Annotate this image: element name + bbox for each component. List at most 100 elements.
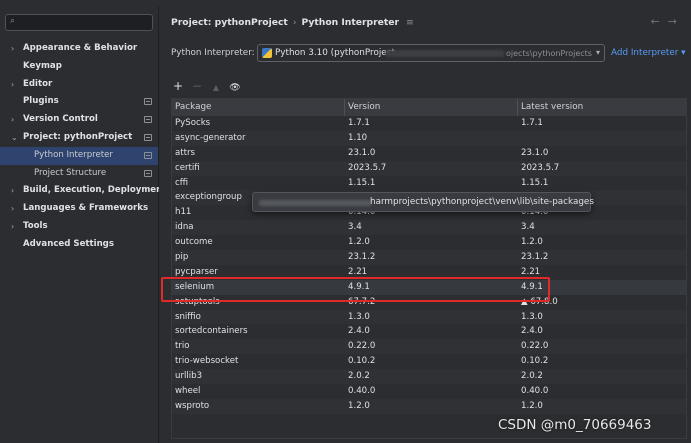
chevron-right-icon[interactable]: ›: [11, 111, 14, 129]
package-name: outcome: [175, 237, 213, 248]
project-scope-icon: [144, 98, 152, 106]
package-name: certifi: [175, 162, 200, 173]
package-name: wsproto: [175, 400, 210, 411]
packages-table: Package Version Latest version PySocks 1.…: [171, 98, 687, 439]
sidebar-item-label: Keymap: [23, 60, 62, 71]
upgrade-package-icon[interactable]: ▲: [209, 81, 223, 95]
redacted-path: [259, 200, 371, 206]
chevron-right-icon[interactable]: ›: [11, 218, 14, 236]
project-scope-icon: [144, 151, 152, 159]
package-latest-version: 1.2.0: [521, 237, 543, 248]
package-toolbar: + − ▲ 👁: [171, 79, 247, 93]
package-latest-version: 2023.5.7: [521, 162, 560, 173]
sidebar-item-label: Version Control: [23, 114, 98, 125]
table-row[interactable]: wsproto 1.2.0 1.2.0: [172, 398, 686, 414]
table-row[interactable]: pip 23.1.2 23.1.2: [172, 250, 686, 265]
sidebar-item[interactable]: › Editor: [0, 76, 158, 94]
project-scope-icon: [144, 169, 152, 177]
interpreter-path: ojects\pythonProjects: [506, 49, 592, 58]
chevron-right-icon[interactable]: ›: [11, 182, 14, 200]
sidebar-item-label: Appearance & Behavior: [23, 43, 138, 53]
chevron-right-icon[interactable]: ›: [11, 200, 14, 218]
table-row[interactable]: idna 3.4 3.4: [172, 220, 686, 236]
table-row[interactable]: urllib3 2.0.2 2.0.2: [172, 369, 686, 385]
sidebar-item[interactable]: Plugins: [0, 93, 158, 111]
add-package-icon[interactable]: +: [171, 79, 185, 93]
table-row[interactable]: async-generator 1.10: [172, 130, 686, 146]
table-row[interactable]: trio-websocket 0.10.2 0.10.2: [172, 354, 686, 369]
package-version: 0.40.0: [348, 386, 376, 397]
table-row[interactable]: outcome 1.2.0 1.2.0: [172, 235, 686, 250]
path-tooltip: harmprojects\pythonproject\venv\lib\site…: [252, 192, 594, 212]
package-name: sniffio: [175, 311, 201, 322]
eye-icon[interactable]: 👁: [228, 81, 242, 95]
table-row[interactable]: sortedcontainers 2.4.0 2.4.0: [172, 324, 686, 339]
package-name: wheel: [175, 386, 201, 397]
package-version: 1.3.0: [348, 311, 370, 322]
column-latest-version[interactable]: Latest version: [521, 102, 583, 112]
package-latest-version: 0.22.0: [521, 341, 549, 352]
sidebar-item[interactable]: › Appearance & Behavior: [0, 40, 158, 58]
table-row[interactable]: cffi 1.15.1 1.15.1: [172, 176, 686, 191]
table-row[interactable]: certifi 2023.5.7 2023.5.7: [172, 160, 686, 176]
package-version: 23.1.0: [348, 147, 376, 158]
sidebar-item[interactable]: › Languages & Frameworks: [0, 200, 158, 218]
package-name: async-generator: [175, 132, 246, 143]
sidebar-item-label: Editor: [23, 78, 53, 89]
sidebar-item-label: Build, Execution, Deployment: [23, 185, 167, 196]
table-row[interactable]: attrs 23.1.0 23.1.0: [172, 146, 686, 161]
package-version: 1.7.1: [348, 118, 370, 128]
column-version[interactable]: Version: [348, 102, 380, 112]
settings-search-input[interactable]: ⌕: [5, 14, 153, 31]
package-name: exceptiongroup: [175, 192, 242, 203]
sidebar-item[interactable]: Advanced Settings: [0, 236, 158, 254]
package-latest-version: 1.7.1: [521, 118, 543, 128]
remove-package-icon[interactable]: −: [190, 79, 204, 93]
table-row[interactable]: wheel 0.40.0 0.40.0: [172, 384, 686, 399]
breadcrumb: Project: pythonProject › Python Interprete…: [171, 17, 414, 28]
settings-sidebar: ⌕ › Appearance & Behavior Keymap › Editor Plu…: [0, 6, 166, 443]
package-name: idna: [175, 222, 194, 233]
package-version: 1.2.0: [348, 237, 370, 248]
package-latest-version: 2.4.0: [521, 326, 543, 337]
table-row[interactable]: trio 0.22.0 0.22.0: [172, 339, 686, 355]
package-latest-version: 3.4: [521, 222, 535, 233]
sidebar-item[interactable]: › Build, Execution, Deployment: [0, 182, 166, 200]
package-latest-version: 2.21: [521, 266, 541, 277]
package-latest-version: 1.3.0: [521, 311, 543, 322]
breadcrumb-project[interactable]: Project: pythonProject: [171, 17, 288, 28]
python-icon: [262, 48, 272, 58]
package-latest-version: 1.2.0: [521, 400, 543, 411]
column-package[interactable]: Package: [175, 102, 211, 112]
sidebar-item[interactable]: Keymap: [0, 58, 158, 76]
project-scope-icon: [144, 116, 152, 124]
sidebar-item-label: Advanced Settings: [23, 238, 114, 249]
package-version: 23.1.2: [348, 252, 376, 263]
sidebar-item[interactable]: › Tools: [0, 218, 158, 236]
sidebar-item[interactable]: Python Interpreter: [0, 146, 158, 165]
settings-content: Project: pythonProject › Python Interprete…: [159, 6, 691, 443]
history-arrows-icon[interactable]: ←→: [651, 15, 685, 28]
table-row[interactable]: PySocks 1.7.1 1.7.1: [172, 116, 686, 131]
package-latest-version: 0.40.0: [521, 386, 549, 397]
package-latest-version: 23.1.2: [521, 252, 549, 263]
table-body: PySocks 1.7.1 1.7.1 async-generator 1.10 attr…: [172, 116, 686, 414]
package-name: attrs: [175, 147, 196, 158]
add-interpreter-link[interactable]: Add Interpreter ▾: [611, 48, 686, 58]
sidebar-item[interactable]: Project Structure: [0, 165, 158, 183]
sidebar-item[interactable]: › Version Control: [0, 111, 158, 129]
settings-nav-tree: › Appearance & Behavior Keymap › Editor Plugi…: [0, 40, 166, 254]
table-header: Package Version Latest version: [172, 99, 686, 116]
sidebar-item-label: Python Interpreter: [34, 149, 113, 160]
chevron-right-icon[interactable]: ›: [11, 40, 14, 58]
menu-icon[interactable]: ≡: [406, 17, 414, 28]
table-row[interactable]: sniffio 1.3.0 1.3.0: [172, 309, 686, 325]
interpreter-select[interactable]: Python 3.10 (pythonProject ojects\python…: [257, 44, 605, 62]
package-version: 1.2.0: [348, 400, 370, 411]
chevron-down-icon[interactable]: ⌄: [11, 129, 18, 147]
package-version: 3.4: [348, 222, 362, 233]
sidebar-item[interactable]: ⌄ Project: pythonProject: [0, 129, 158, 147]
chevron-right-icon[interactable]: ›: [11, 76, 14, 94]
package-version: 2.0.2: [348, 371, 370, 382]
sidebar-item-label: Plugins: [23, 96, 59, 107]
